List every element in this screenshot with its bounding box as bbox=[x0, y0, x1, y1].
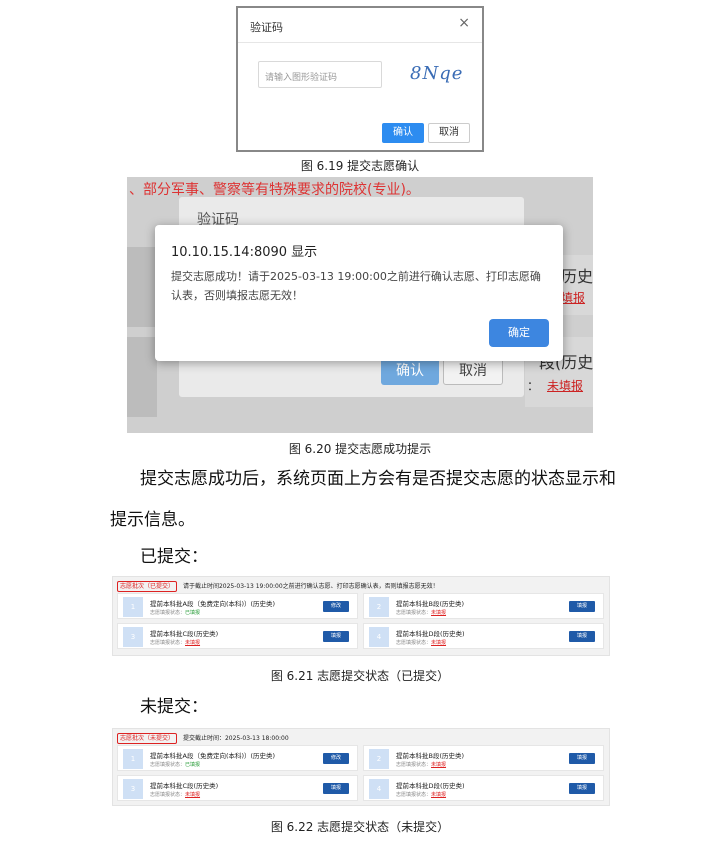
status-notice: 请于截止时间2025-03-13 19:00:00之前进行确认志愿、打印志愿确认… bbox=[182, 583, 439, 590]
captcha-image[interactable]: 8Nqe bbox=[410, 63, 463, 84]
status-value: 已填报 bbox=[185, 762, 201, 768]
card-number: 1 bbox=[123, 749, 143, 769]
background-link[interactable]: 未填报 bbox=[547, 377, 583, 394]
card-number: 2 bbox=[369, 749, 389, 769]
batch-card: 4 提前本科批D段(历史类) 志愿填报状态：未填报 填报 bbox=[363, 623, 604, 649]
background-block bbox=[127, 337, 157, 417]
submitted-status-screenshot: 志愿批次（已提交） 请于截止时间2025-03-13 19:00:00之前进行确… bbox=[112, 576, 610, 656]
background-block bbox=[127, 247, 157, 327]
card-number: 4 bbox=[369, 627, 389, 647]
figure-caption-6-21: 图 6.21 志愿提交状态（已提交） bbox=[270, 669, 450, 683]
status-tag: 志愿批次（已提交） bbox=[117, 581, 178, 592]
paragraph-line: 提交志愿成功后，系统页面上方会有是否提交志愿的状态显示和 bbox=[140, 469, 616, 489]
status-value[interactable]: 未填报 bbox=[431, 640, 446, 646]
cancel-button[interactable]: 取消 bbox=[428, 123, 470, 143]
card-title: 提前本科批A段（免费定向(本科)）(历史类) bbox=[150, 752, 276, 760]
batch-card: 2 提前本科批B段(历史类) 志愿填报状态：未填报 填报 bbox=[363, 593, 604, 619]
card-status: 志愿填报状态：未填报 bbox=[150, 792, 201, 798]
background-colon: ： bbox=[527, 379, 540, 393]
figure-caption-6-22: 图 6.22 志愿提交状态（未提交） bbox=[270, 820, 450, 834]
status-notice: 提交截止时间：2025-03-13 18:00:00 bbox=[182, 735, 289, 742]
card-status: 志愿填报状态：未填报 bbox=[396, 762, 447, 768]
paragraph-line: 提示信息。 bbox=[110, 510, 195, 530]
status-value[interactable]: 未填报 bbox=[431, 762, 446, 768]
card-number: 3 bbox=[123, 627, 143, 647]
fill-button[interactable]: 填报 bbox=[323, 631, 349, 642]
background-banner: 、部分军事、警察等有特殊要求的院校(专业)。 bbox=[129, 182, 420, 198]
card-title: 提前本科批B段(历史类) bbox=[396, 600, 465, 608]
status-value[interactable]: 未填报 bbox=[185, 640, 200, 646]
status-header: 志愿批次（未提交） 提交截止时间：2025-03-13 18:00:00 bbox=[117, 733, 289, 744]
fill-button[interactable]: 填报 bbox=[569, 631, 595, 642]
section-heading: 已提交： bbox=[140, 547, 208, 567]
card-status: 志愿填报状态：未填报 bbox=[396, 792, 447, 798]
status-header: 志愿批次（已提交） 请于截止时间2025-03-13 19:00:00之前进行确… bbox=[117, 581, 439, 592]
background-cancel-button[interactable]: 取消 bbox=[443, 357, 503, 385]
batch-card: 1 提前本科批A段（免费定向(本科)）(历史类) 志愿填报状态：已填报 修改 bbox=[117, 593, 358, 619]
card-status: 志愿填报状态：未填报 bbox=[150, 640, 201, 646]
unsubmitted-status-screenshot: 志愿批次（未提交） 提交截止时间：2025-03-13 18:00:00 1 提… bbox=[112, 728, 610, 806]
status-value[interactable]: 未填报 bbox=[185, 792, 200, 798]
browser-alert: 10.10.15.14:8090 显示 提交志愿成功！请于2025-03-13 … bbox=[155, 225, 563, 361]
card-title: 提前本科批D段(历史类) bbox=[396, 782, 465, 790]
modify-button[interactable]: 修改 bbox=[323, 753, 349, 764]
card-status: 志愿填报状态：未填报 bbox=[396, 610, 447, 616]
background-link[interactable]: 填报 bbox=[561, 289, 585, 306]
background-confirm-button[interactable]: 确认 bbox=[381, 357, 439, 385]
card-title: 提前本科批D段(历史类) bbox=[396, 630, 465, 638]
batch-card: 1 提前本科批A段（免费定向(本科)）(历史类) 志愿填报状态：已填报 修改 bbox=[117, 745, 358, 771]
card-title: 提前本科批B段(历史类) bbox=[396, 752, 465, 760]
card-title: 提前本科批A段（免费定向(本科)）(历史类) bbox=[150, 600, 276, 608]
status-value[interactable]: 未填报 bbox=[431, 792, 446, 798]
fill-button[interactable]: 填报 bbox=[569, 753, 595, 764]
captcha-dialog: 验证码 × 请输入图形验证码 8Nqe 确认 取消 bbox=[236, 6, 484, 152]
card-status: 志愿填报状态：未填报 bbox=[396, 640, 447, 646]
card-number: 4 bbox=[369, 779, 389, 799]
figure-caption-6-20: 图 6.20 提交志愿成功提示 bbox=[288, 442, 432, 456]
card-number: 3 bbox=[123, 779, 143, 799]
status-tag: 志愿批次（未提交） bbox=[117, 733, 178, 744]
close-icon[interactable]: × bbox=[458, 15, 470, 31]
divider bbox=[238, 42, 482, 43]
fill-button[interactable]: 填报 bbox=[569, 601, 595, 612]
fill-button[interactable]: 填报 bbox=[569, 783, 595, 794]
card-status: 志愿填报状态：已填报 bbox=[150, 610, 201, 616]
batch-card: 4 提前本科批D段(历史类) 志愿填报状态：未填报 填报 bbox=[363, 775, 604, 801]
card-title: 提前本科批C段(历史类) bbox=[150, 782, 219, 790]
fill-button[interactable]: 填报 bbox=[323, 783, 349, 794]
status-value[interactable]: 未填报 bbox=[431, 610, 446, 616]
card-number: 1 bbox=[123, 597, 143, 617]
captcha-input[interactable]: 请输入图形验证码 bbox=[258, 61, 382, 88]
background-text: 历史 bbox=[561, 267, 593, 286]
success-alert-screenshot: 、部分军事、警察等有特殊要求的院校(专业)。 历史 填报 段(历史 ： 未填报 … bbox=[127, 177, 593, 433]
modify-button[interactable]: 修改 bbox=[323, 601, 349, 612]
section-heading: 未提交： bbox=[140, 697, 208, 717]
status-value: 已填报 bbox=[185, 610, 201, 616]
batch-card: 3 提前本科批C段(历史类) 志愿填报状态：未填报 填报 bbox=[117, 623, 358, 649]
batch-card: 2 提前本科批B段(历史类) 志愿填报状态：未填报 填报 bbox=[363, 745, 604, 771]
alert-message: 提交志愿成功！请于2025-03-13 19:00:00之前进行确认志愿、打印志… bbox=[171, 270, 541, 302]
alert-title: 10.10.15.14:8090 显示 bbox=[171, 245, 318, 260]
card-number: 2 bbox=[369, 597, 389, 617]
confirm-button[interactable]: 确认 bbox=[382, 123, 424, 143]
figure-caption-6-19: 图 6.19 提交志愿确认 bbox=[300, 159, 420, 173]
dialog-title: 验证码 bbox=[250, 21, 283, 34]
card-status: 志愿填报状态：已填报 bbox=[150, 762, 201, 768]
card-title: 提前本科批C段(历史类) bbox=[150, 630, 219, 638]
alert-ok-button[interactable]: 确定 bbox=[489, 319, 549, 347]
batch-card: 3 提前本科批C段(历史类) 志愿填报状态：未填报 填报 bbox=[117, 775, 358, 801]
